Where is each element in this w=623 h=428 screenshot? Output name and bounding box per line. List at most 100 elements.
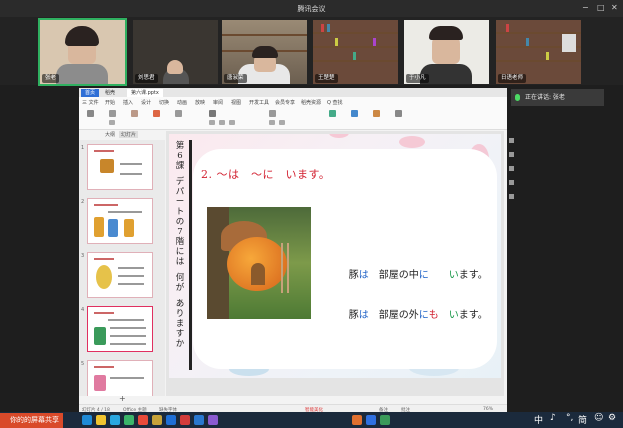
menu-review[interactable]: 审阅 bbox=[213, 99, 223, 106]
tab-docer[interactable]: 稻壳 bbox=[101, 89, 119, 97]
tray-icon[interactable] bbox=[366, 415, 376, 425]
slide-thumbnail[interactable]: 5 bbox=[81, 360, 153, 396]
menu-design[interactable]: 设计 bbox=[141, 99, 151, 106]
participant-tile[interactable]: 于小凡 bbox=[404, 20, 489, 84]
shelf bbox=[313, 32, 398, 34]
thumb-line bbox=[118, 275, 144, 277]
menu-transition[interactable]: 切换 bbox=[159, 99, 169, 106]
ime-emoji-icon[interactable]: ☺ bbox=[594, 413, 603, 423]
ime-chinese[interactable]: 中 bbox=[534, 413, 543, 426]
participant-tile[interactable]: 刘思君 bbox=[133, 20, 218, 84]
wechat-icon[interactable] bbox=[124, 415, 134, 425]
thumb-line bbox=[110, 327, 146, 329]
screen-share-indicator[interactable]: 你的的屏幕共享 bbox=[0, 413, 63, 428]
thumb-picture bbox=[94, 217, 104, 237]
app-icon[interactable] bbox=[180, 415, 190, 425]
participant-tile[interactable]: 张老 bbox=[38, 18, 127, 86]
menu-insert[interactable]: 插入 bbox=[123, 99, 133, 106]
title-char: 7 bbox=[177, 227, 183, 237]
bullets-icon[interactable] bbox=[279, 120, 285, 125]
app-icon[interactable] bbox=[194, 415, 204, 425]
menu-developer[interactable]: 开发工具 bbox=[249, 99, 269, 106]
tab-slides[interactable]: 幻灯片 bbox=[119, 131, 139, 138]
title-char: ト bbox=[175, 207, 185, 217]
participant-tile[interactable]: 日语老师 bbox=[496, 20, 581, 84]
maximize-button[interactable]: □ bbox=[597, 3, 605, 12]
person-shirt bbox=[56, 64, 108, 84]
tool-icon[interactable] bbox=[509, 180, 514, 185]
tab-outline[interactable]: 大纲 bbox=[105, 131, 115, 138]
layout-icon[interactable] bbox=[175, 110, 182, 117]
tool-icon[interactable] bbox=[509, 194, 514, 199]
wps-icon[interactable] bbox=[138, 415, 148, 425]
tab-document[interactable]: 第六课.pptx bbox=[127, 89, 163, 97]
cut-icon[interactable] bbox=[109, 110, 116, 117]
menu-docer[interactable]: 稻壳资源 bbox=[301, 99, 321, 106]
word-buta: 豚 bbox=[348, 310, 359, 321]
minimize-button[interactable]: − bbox=[582, 3, 589, 12]
arrange-icon[interactable] bbox=[351, 110, 358, 117]
slide-thumbnail[interactable]: 3 bbox=[81, 252, 153, 298]
particle-mo: も bbox=[428, 310, 439, 321]
phrase-heya-no-naka: 部屋の中 bbox=[368, 270, 419, 281]
app-icon[interactable] bbox=[208, 415, 218, 425]
ime-simplified[interactable]: 简 bbox=[578, 413, 587, 426]
add-slide-button[interactable]: + bbox=[119, 394, 126, 403]
tab-home[interactable]: 首页 bbox=[81, 89, 100, 97]
slide-thumbnail[interactable]: 1 bbox=[81, 144, 153, 190]
right-tool-rail bbox=[507, 130, 517, 396]
current-slide[interactable]: 第6課デパートの7階には何がありますか 2. ～は ～に います。 豚は 部屋の… bbox=[169, 134, 501, 378]
wps-tab-bar: 首页 稻壳 第六课.pptx bbox=[79, 88, 507, 97]
menu-home[interactable]: 开始 bbox=[105, 99, 115, 106]
menu-file[interactable]: 三 文件 bbox=[82, 99, 99, 106]
title-char: の bbox=[175, 217, 185, 227]
participant-tile[interactable]: 王楚楚 bbox=[313, 20, 398, 84]
title-char: か bbox=[175, 339, 185, 349]
copy-icon[interactable] bbox=[109, 120, 115, 125]
shape-icon[interactable] bbox=[329, 110, 336, 117]
meeting-icon[interactable] bbox=[166, 415, 176, 425]
ime-moon-icon[interactable]: ♪ bbox=[550, 413, 556, 423]
tray-icon[interactable] bbox=[352, 415, 362, 425]
thumb-picture bbox=[108, 219, 118, 237]
tool-icon[interactable] bbox=[509, 138, 514, 143]
underline-icon[interactable] bbox=[229, 120, 235, 125]
thumb-line bbox=[120, 173, 142, 175]
paste-icon[interactable] bbox=[87, 110, 94, 117]
bold-icon[interactable] bbox=[209, 120, 215, 125]
menu-member[interactable]: 会员专享 bbox=[275, 99, 295, 106]
thumb-picture bbox=[96, 265, 112, 289]
file-explorer-icon[interactable] bbox=[96, 415, 106, 425]
ime-settings-icon[interactable]: ⚙ bbox=[608, 413, 616, 423]
menu-view[interactable]: 视图 bbox=[231, 99, 241, 106]
menu-search[interactable]: Q 查找 bbox=[327, 99, 343, 106]
speaking-indicator: 正在讲话: 张老 bbox=[511, 89, 610, 106]
slide-number: 3 bbox=[81, 253, 85, 259]
format-painter-icon[interactable] bbox=[131, 110, 138, 117]
browser-icon[interactable] bbox=[110, 415, 120, 425]
tool-icon[interactable] bbox=[509, 166, 514, 171]
petal-decoration bbox=[399, 136, 425, 148]
font-icon[interactable] bbox=[209, 110, 216, 117]
slide-thumbnail[interactable]: 2 bbox=[81, 198, 153, 244]
start-icon[interactable] bbox=[82, 415, 92, 425]
tool-icon[interactable] bbox=[509, 152, 514, 157]
close-button[interactable]: ✕ bbox=[611, 3, 618, 12]
tray-icon[interactable] bbox=[380, 415, 390, 425]
menu-slideshow[interactable]: 放映 bbox=[195, 99, 205, 106]
person-face bbox=[167, 60, 183, 74]
ime-punct[interactable]: °, bbox=[566, 413, 573, 423]
paragraph-icon[interactable] bbox=[269, 110, 276, 117]
slide-thumbnail[interactable]: 4 bbox=[81, 306, 153, 352]
participant-tile[interactable]: 唐淑荣 bbox=[222, 20, 307, 84]
new-slide-icon[interactable] bbox=[153, 110, 160, 117]
select-icon[interactable] bbox=[395, 110, 402, 117]
vertical-lesson-title: 第6課デパートの7階には何がありますか bbox=[173, 140, 187, 349]
folder-icon[interactable] bbox=[152, 415, 162, 425]
italic-icon[interactable] bbox=[219, 120, 225, 125]
find-icon[interactable] bbox=[373, 110, 380, 117]
align-icon[interactable] bbox=[269, 120, 275, 125]
wps-presentation-window: 首页 稻壳 第六课.pptx 三 文件 开始 插入 设计 切换 动画 放映 审阅… bbox=[79, 88, 514, 416]
particle-wa: は bbox=[358, 270, 369, 281]
menu-animation[interactable]: 动画 bbox=[177, 99, 187, 106]
